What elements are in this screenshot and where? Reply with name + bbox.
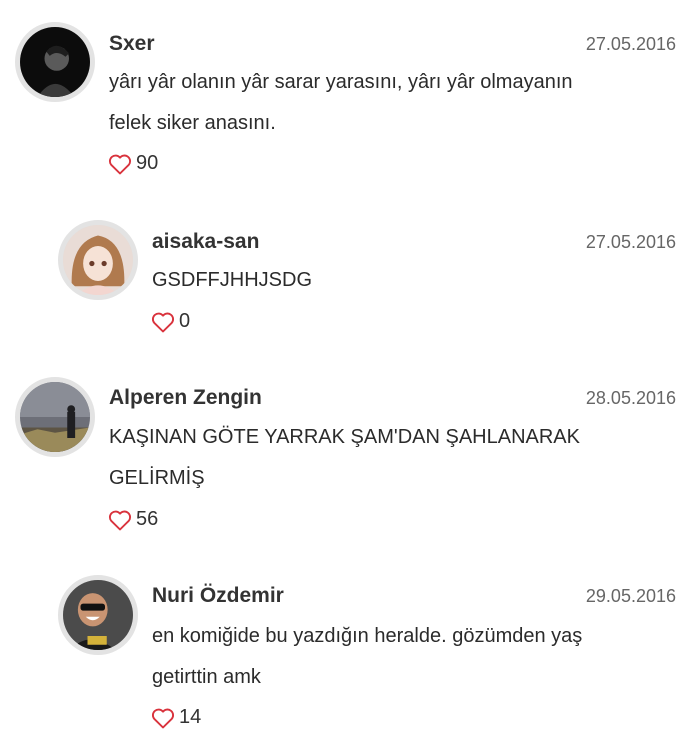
avatar-image [20,382,90,452]
avatar-image [63,580,133,650]
comment-text-line: en komiğide bu yazdığın heralde. gözümde… [152,625,583,647]
heart-outline-icon [108,510,132,530]
comment-text-line: getirttin amk [152,666,261,688]
heart-outline-icon [108,154,132,174]
avatar-image [63,225,133,295]
heart-outline-icon [151,312,175,332]
comment-date: 27.05.2016 [585,34,676,54]
like-button[interactable]: 56 [108,508,158,531]
comment-text: KAŞINAN GÖTE YARRAK ŞAM'DAN ŞAHLANARAK G… [109,417,580,499]
comment-username[interactable]: aisaka-san [152,230,259,254]
comment-date: 29.05.2016 [585,586,676,606]
avatar[interactable] [15,377,95,457]
like-count: 0 [179,310,191,332]
like-count: 90 [136,152,159,174]
like-count: 14 [179,706,202,728]
like-button[interactable]: 14 [151,706,201,729]
comment-username[interactable]: Sxer [109,32,155,56]
comment-username[interactable]: Nuri Özdemir [152,584,284,608]
comment-text: GSDFFJHHJSDG [152,260,312,301]
avatar[interactable] [58,575,138,655]
like-button[interactable]: 0 [151,310,190,333]
avatar[interactable] [15,22,95,102]
comment-text: yârı yâr olanın yâr sarar yarasını, yârı… [109,62,573,144]
comment-text-line: yârı yâr olanın yâr sarar yarasını, yârı… [109,71,573,93]
comment-text-line: felek siker anasını. [109,112,276,134]
comment-text-line: GELİRMİŞ [109,467,205,489]
comment-text: en komiğide bu yazdığın heralde. gözümde… [152,616,582,698]
like-button[interactable]: 90 [108,152,158,175]
avatar[interactable] [58,220,138,300]
comment-date: 27.05.2016 [585,232,676,252]
comment-username[interactable]: Alperen Zengin [109,386,262,410]
comment-text-line: GSDFFJHHJSDG [152,269,312,291]
like-count: 56 [136,508,159,530]
heart-outline-icon [151,708,175,728]
comment-date: 28.05.2016 [585,388,676,408]
avatar-image [20,27,90,97]
comment-text-line: KAŞINAN GÖTE YARRAK ŞAM'DAN ŞAHLANARAK [109,426,580,448]
